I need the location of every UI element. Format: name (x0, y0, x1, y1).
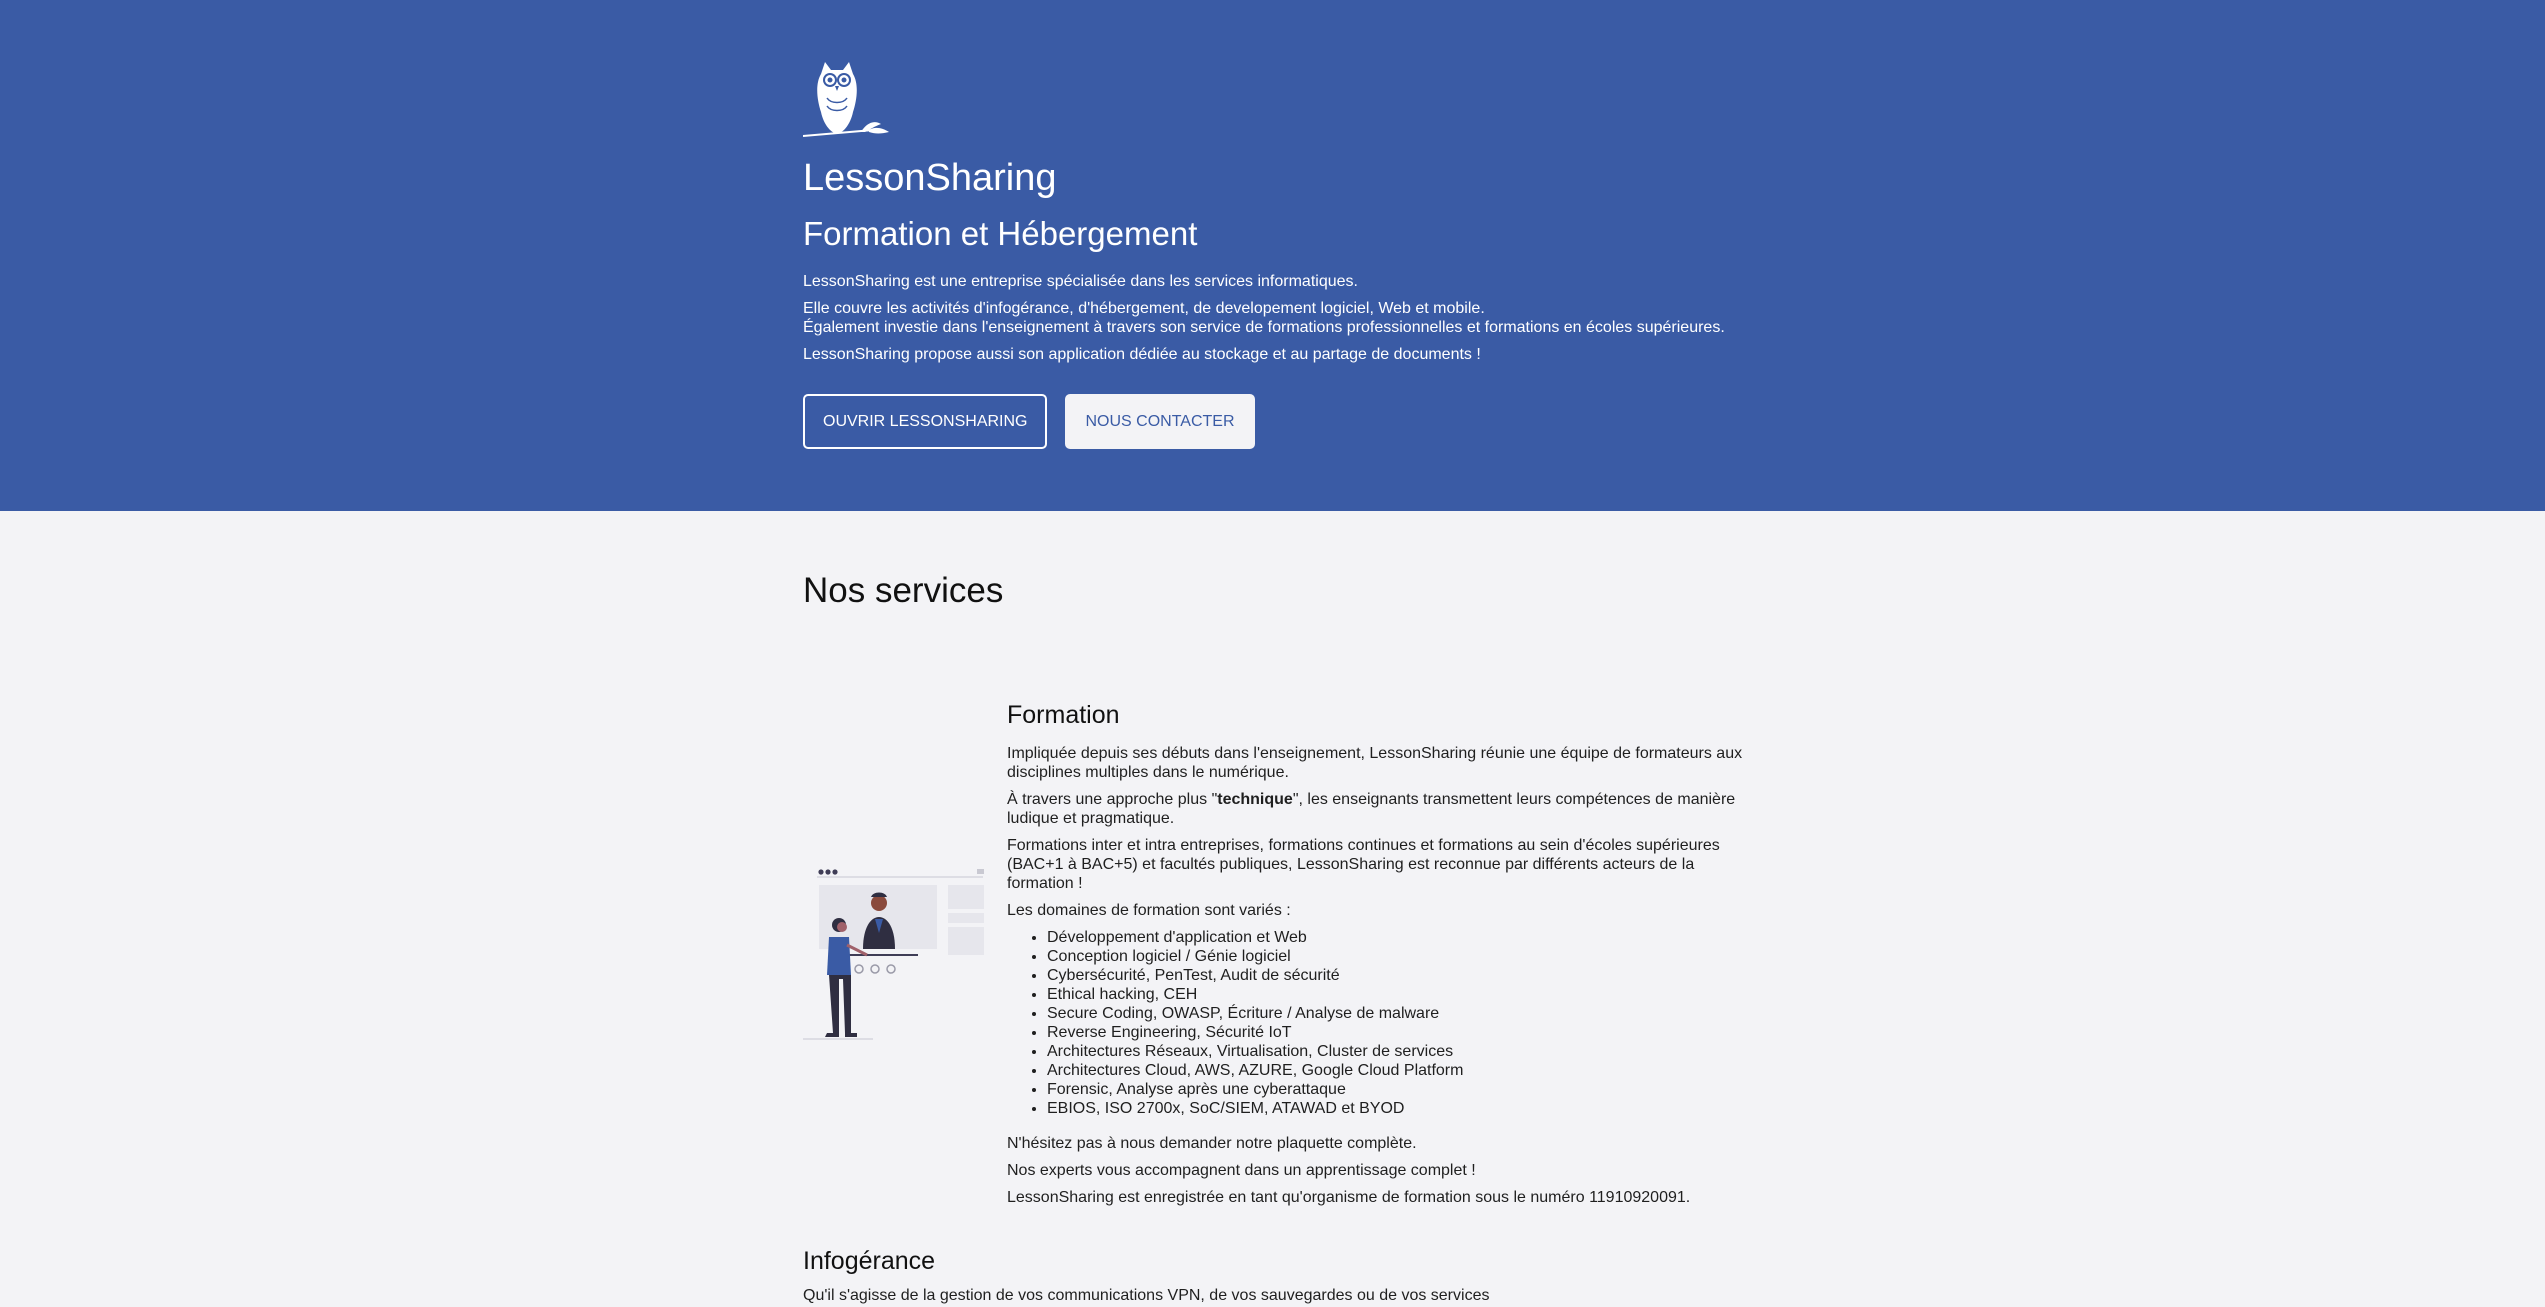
formation-title: Formation (1007, 701, 1120, 729)
formation-paragraph: À travers une approche plus "technique",… (1007, 790, 1757, 828)
formation-paragraph: Les domaines de formation sont variés : (1007, 902, 1291, 919)
infogerance-title: Infogérance (803, 1247, 936, 1275)
hero-description-line: Également investie dans l'enseignement à… (803, 319, 1725, 336)
services-title: Nos services (803, 571, 1004, 610)
bold-keyword: technique (1217, 791, 1293, 808)
brand-name: LessonSharing (803, 157, 1057, 199)
list-item: Secure Coding, OWASP, Écriture / Analyse… (1047, 1004, 1757, 1023)
hero-actions: OUVRIR LESSONSHARING NOUS CONTACTER (803, 394, 1803, 449)
list-item: Développement d'application et Web (1047, 928, 1757, 947)
list-item: Cybersécurité, PenTest, Audit de sécurit… (1047, 966, 1757, 985)
hero-banner: LessonSharing Formation et Hébergement L… (0, 0, 2545, 511)
infogerance-paragraph: Qu'il s'agisse de la gestion de vos comm… (803, 1287, 1490, 1304)
list-item: Ethical hacking, CEH (1047, 985, 1757, 1004)
formation-text: Formation Impliquée depuis ses débuts da… (1007, 700, 1757, 1215)
list-item: Conception logiciel / Génie logiciel (1047, 947, 1757, 966)
services-section: Nos services Formation Impliquée depuis … (803, 570, 1803, 1220)
list-item: Forensic, Analyse après une cyberattaque (1047, 1080, 1757, 1099)
contact-us-button[interactable]: NOUS CONTACTER (1065, 394, 1255, 449)
text-fragment: À travers une approche plus " (1007, 791, 1218, 808)
hero-description-line: Elle couvre les activités d'infogérance,… (803, 300, 1485, 317)
hero-description-line: LessonSharing propose aussi son applicat… (803, 346, 1481, 363)
list-item: EBIOS, ISO 2700x, SoC/SIEM, ATAWAD et BY… (1047, 1099, 1757, 1118)
formation-paragraph: LessonSharing est enregistrée en tant qu… (1007, 1189, 1691, 1206)
owl-logo-icon (803, 62, 889, 137)
formation-paragraph: Impliquée depuis ses débuts dans l'ensei… (1007, 745, 1743, 781)
service-infogerance: Infogérance Qu'il s'agisse de la gestion… (803, 1246, 1803, 1305)
domains-list: Développement d'application et Web Conce… (1007, 928, 1757, 1118)
formation-paragraph: Nos experts vous accompagnent dans un ap… (1007, 1162, 1476, 1179)
hero-description-line: LessonSharing est une entreprise spécial… (803, 273, 1358, 290)
hero-content: LessonSharing Formation et Hébergement L… (803, 60, 1803, 449)
formation-paragraph: N'hésitez pas à nous demander notre plaq… (1007, 1135, 1417, 1152)
service-formation: Formation Impliquée depuis ses débuts da… (803, 700, 1803, 1220)
list-item: Reverse Engineering, Sécurité IoT (1047, 1023, 1757, 1042)
hero-tagline: Formation et Hébergement (803, 215, 1198, 252)
formation-paragraph: Formations inter et intra entreprises, f… (1007, 837, 1720, 892)
open-lessonsharing-button[interactable]: OUVRIR LESSONSHARING (803, 394, 1048, 449)
list-item: Architectures Réseaux, Virtualisation, C… (1047, 1042, 1757, 1061)
presentation-illustration (803, 869, 984, 1040)
list-item: Architectures Cloud, AWS, AZURE, Google … (1047, 1061, 1757, 1080)
